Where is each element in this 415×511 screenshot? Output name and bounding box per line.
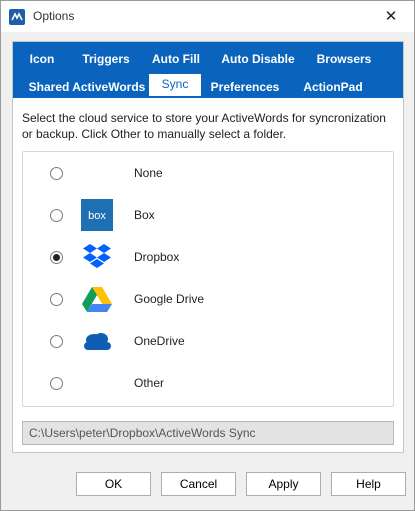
google-drive-icon xyxy=(81,283,113,315)
option-label-box: Box xyxy=(134,208,155,222)
window-title: Options xyxy=(33,9,75,23)
help-button[interactable]: Help xyxy=(331,472,406,496)
app-icon xyxy=(9,9,25,25)
ok-button[interactable]: OK xyxy=(76,472,151,496)
sync-options-group: None box Box Dropbox Google Drive OneDri… xyxy=(22,151,394,407)
dropbox-icon xyxy=(81,241,113,273)
cancel-button[interactable]: Cancel xyxy=(161,472,236,496)
option-label-google-drive: Google Drive xyxy=(134,292,205,306)
tab-shared-activewords[interactable]: Shared ActiveWords xyxy=(24,77,150,97)
options-window: Options ✕ Icon Triggers Auto Fill Auto D… xyxy=(0,0,415,511)
option-onedrive[interactable]: OneDrive xyxy=(23,321,393,361)
tab-strip: Icon Triggers Auto Fill Auto Disable Bro… xyxy=(13,42,403,98)
option-label-onedrive: OneDrive xyxy=(134,334,185,348)
box-icon: box xyxy=(81,199,113,231)
tab-actionpad[interactable]: ActionPad xyxy=(296,77,370,97)
onedrive-icon xyxy=(81,325,113,357)
close-button[interactable]: ✕ xyxy=(368,1,414,32)
radio-none[interactable] xyxy=(50,167,63,180)
radio-onedrive[interactable] xyxy=(50,335,63,348)
radio-google-drive[interactable] xyxy=(50,293,63,306)
svg-text:box: box xyxy=(88,210,106,222)
tab-icon[interactable]: Icon xyxy=(22,49,62,69)
radio-box[interactable] xyxy=(50,209,63,222)
option-dropbox[interactable]: Dropbox xyxy=(23,237,393,277)
radio-other[interactable] xyxy=(50,377,63,390)
apply-button[interactable]: Apply xyxy=(246,472,321,496)
tab-preferences[interactable]: Preferences xyxy=(204,77,286,97)
tab-panel: Icon Triggers Auto Fill Auto Disable Bro… xyxy=(12,41,404,453)
option-label-none: None xyxy=(134,166,163,180)
tab-auto-disable[interactable]: Auto Disable xyxy=(212,49,304,69)
sync-description: Select the cloud service to store your A… xyxy=(22,111,386,141)
option-box[interactable]: box Box xyxy=(23,195,393,235)
option-other[interactable]: Other xyxy=(23,363,393,403)
tab-sync[interactable]: Sync xyxy=(149,74,201,96)
tab-auto-fill[interactable]: Auto Fill xyxy=(142,49,210,69)
option-label-dropbox: Dropbox xyxy=(134,250,180,264)
title-bar: Options ✕ xyxy=(1,1,414,32)
tab-browsers[interactable]: Browsers xyxy=(306,49,382,69)
option-label-other: Other xyxy=(134,376,165,390)
sync-folder-path-field: C:\Users\peter\Dropbox\ActiveWords Sync xyxy=(22,421,394,445)
radio-dropbox[interactable] xyxy=(50,251,63,264)
tab-triggers[interactable]: Triggers xyxy=(72,49,140,69)
option-google-drive[interactable]: Google Drive xyxy=(23,279,393,319)
option-none[interactable]: None xyxy=(23,153,393,193)
